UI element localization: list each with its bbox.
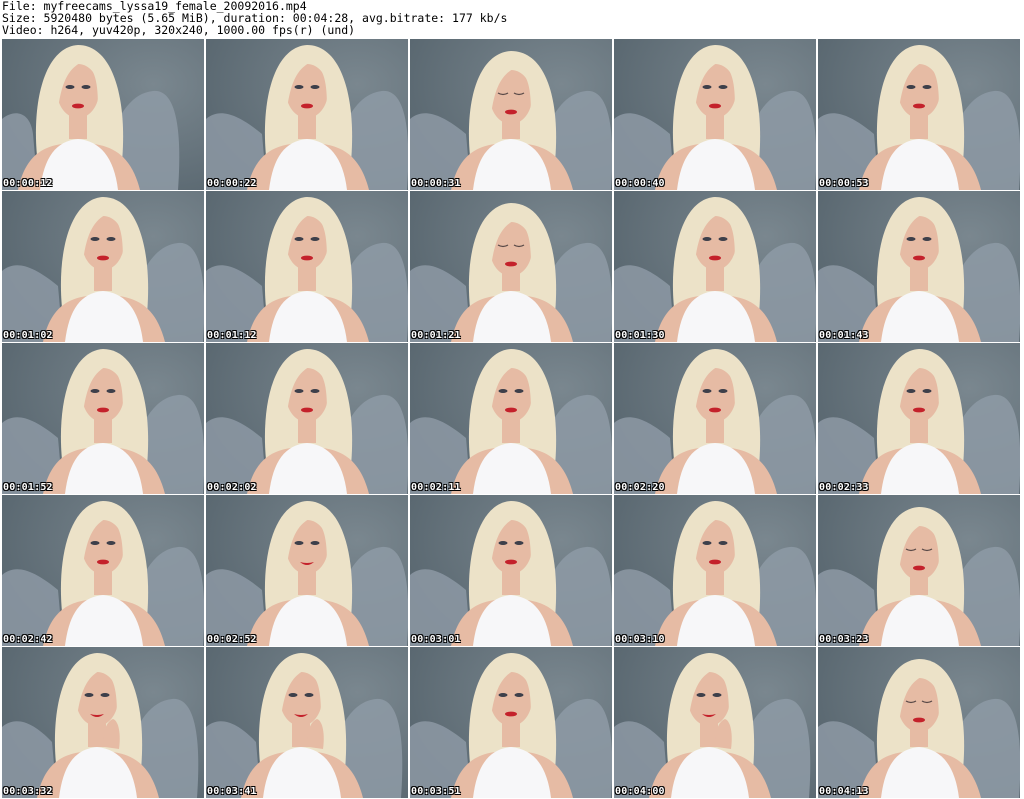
frame-image: [410, 495, 612, 646]
frame-image: [206, 647, 408, 798]
thumbnail-timestamp: 00:00:31: [411, 178, 461, 189]
video-thumbnail: 00:02:20: [614, 343, 816, 494]
thumbnail-timestamp: 00:03:23: [819, 634, 869, 645]
thumbnail-timestamp: 00:01:43: [819, 330, 869, 341]
video-thumbnail: 00:02:11: [410, 343, 612, 494]
video-thumbnail: 00:01:21: [410, 191, 612, 342]
thumbnail-timestamp: 00:03:51: [411, 786, 461, 797]
thumbnail-timestamp: 00:03:32: [3, 786, 53, 797]
video-info-header: File: myfreecams_lyssa19_female_20092016…: [2, 0, 1022, 38]
video-thumbnail: 00:01:43: [818, 191, 1020, 342]
thumbnail-timestamp: 00:02:02: [207, 482, 257, 493]
frame-image: [614, 39, 816, 190]
video-thumbnail: 00:03:41: [206, 647, 408, 798]
video-thumbnail: 00:01:12: [206, 191, 408, 342]
video-thumbnail: 00:03:51: [410, 647, 612, 798]
thumbnail-timestamp: 00:01:12: [207, 330, 257, 341]
thumbnail-timestamp: 00:03:41: [207, 786, 257, 797]
frame-image: [2, 39, 204, 190]
video-format-line: Video: h264, yuv420p, 320x240, 1000.00 f…: [2, 23, 356, 37]
thumbnail-timestamp: 00:04:00: [615, 786, 665, 797]
frame-image: [206, 343, 408, 494]
frame-image: [410, 647, 612, 798]
frame-image: [818, 647, 1020, 798]
frame-image: [614, 647, 816, 798]
frame-image: [614, 191, 816, 342]
video-thumbnail: 00:02:52: [206, 495, 408, 646]
thumbnail-timestamp: 00:04:13: [819, 786, 869, 797]
thumbnail-timestamp: 00:00:53: [819, 178, 869, 189]
thumbnail-timestamp: 00:01:52: [3, 482, 53, 493]
video-thumbnail: 00:00:22: [206, 39, 408, 190]
video-thumbnail: 00:02:02: [206, 343, 408, 494]
video-thumbnail: 00:02:33: [818, 343, 1020, 494]
video-thumbnail: 00:04:13: [818, 647, 1020, 798]
frame-image: [818, 39, 1020, 190]
frame-image: [818, 495, 1020, 646]
frame-image: [206, 191, 408, 342]
frame-image: [818, 191, 1020, 342]
video-thumbnail: 00:01:02: [2, 191, 204, 342]
video-thumbnail: 00:01:52: [2, 343, 204, 494]
thumbnail-timestamp: 00:02:33: [819, 482, 869, 493]
frame-image: [410, 39, 612, 190]
frame-image: [2, 191, 204, 342]
frame-image: [410, 191, 612, 342]
frame-image: [206, 39, 408, 190]
thumbnail-grid: 00:00:12 00:00:22 00:00:31 00:00:40 00:0…: [2, 39, 1022, 799]
video-thumbnail: 00:00:12: [2, 39, 204, 190]
video-thumbnail: 00:00:53: [818, 39, 1020, 190]
thumbnail-timestamp: 00:01:30: [615, 330, 665, 341]
frame-image: [614, 343, 816, 494]
thumbnail-timestamp: 00:02:20: [615, 482, 665, 493]
video-thumbnail: 00:03:10: [614, 495, 816, 646]
frame-image: [614, 495, 816, 646]
video-thumbnail: 00:00:31: [410, 39, 612, 190]
thumbnail-timestamp: 00:01:21: [411, 330, 461, 341]
thumbnail-timestamp: 00:02:11: [411, 482, 461, 493]
thumbnail-timestamp: 00:02:42: [3, 634, 53, 645]
video-thumbnail: 00:01:30: [614, 191, 816, 342]
frame-image: [2, 647, 204, 798]
frame-image: [2, 495, 204, 646]
video-thumbnail: 00:00:40: [614, 39, 816, 190]
frame-image: [2, 343, 204, 494]
video-thumbnail: 00:04:00: [614, 647, 816, 798]
frame-image: [818, 343, 1020, 494]
thumbnail-timestamp: 00:00:12: [3, 178, 53, 189]
thumbnail-timestamp: 00:02:52: [207, 634, 257, 645]
video-thumbnail: 00:03:32: [2, 647, 204, 798]
video-thumbnail: 00:03:01: [410, 495, 612, 646]
video-thumbnail: 00:02:42: [2, 495, 204, 646]
video-thumbnail: 00:03:23: [818, 495, 1020, 646]
frame-image: [206, 495, 408, 646]
thumbnail-timestamp: 00:00:22: [207, 178, 257, 189]
frame-image: [410, 343, 612, 494]
thumbnail-timestamp: 00:03:01: [411, 634, 461, 645]
thumbnail-timestamp: 00:00:40: [615, 178, 665, 189]
thumbnail-timestamp: 00:01:02: [3, 330, 53, 341]
thumbnail-timestamp: 00:03:10: [615, 634, 665, 645]
